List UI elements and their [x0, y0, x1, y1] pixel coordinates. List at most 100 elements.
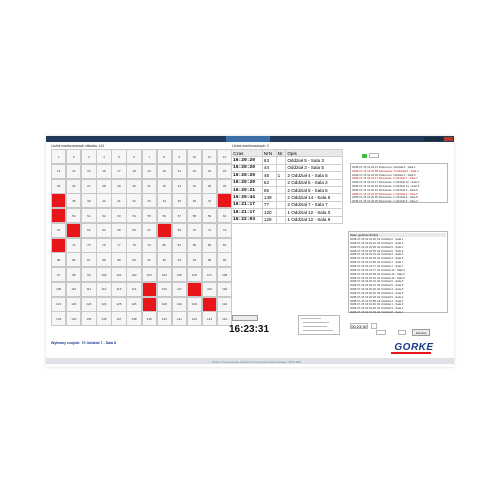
sensor-cell[interactable]: 45 — [171, 193, 188, 209]
sensor-cell[interactable]: 103 — [141, 267, 157, 283]
sensor-cell[interactable]: 25 — [51, 178, 67, 194]
sensor-cell[interactable]: 83 — [201, 237, 218, 253]
sensor-cell[interactable]: 132 — [216, 296, 233, 312]
sensor-cell-alarm[interactable]: 68 — [156, 222, 172, 238]
sensor-cell[interactable]: 69 — [171, 222, 188, 238]
sensor-cell[interactable]: 128 — [156, 296, 172, 312]
sensor-cell[interactable]: 135 — [81, 311, 97, 327]
sensor-cell[interactable]: 66 — [126, 222, 142, 238]
sensor-cell[interactable]: 60 — [216, 208, 233, 224]
sensor-cell[interactable]: 134 — [66, 311, 82, 327]
sensor-cell[interactable]: 27 — [81, 178, 97, 194]
sensor-cell-alarm[interactable]: 131 — [201, 296, 218, 312]
sensor-cell[interactable]: 142 — [186, 311, 203, 327]
sensor-cell[interactable]: 14 — [66, 163, 82, 179]
sensor-cell[interactable]: 116 — [156, 281, 172, 297]
sensor-cell[interactable]: 138 — [126, 311, 142, 327]
calls-row[interactable]: 16:21:17 120 1 Oddział 12 - Sala 0 — [231, 208, 343, 217]
sensor-cell[interactable]: 21 — [171, 163, 188, 179]
sensor-cell[interactable]: 23 — [201, 163, 218, 179]
sensor-cell[interactable]: 113 — [111, 281, 127, 297]
sensor-cell[interactable]: 107 — [201, 267, 218, 283]
calls-row[interactable]: 16:20:20 48 1 2 Oddział 4 - Sala 5 — [231, 171, 343, 180]
sensor-cell[interactable]: 36 — [216, 178, 233, 194]
sensor-cell[interactable]: 43 — [141, 193, 157, 209]
calls-column-header[interactable]: NrN — [261, 148, 277, 158]
grid-settings-button[interactable] — [232, 315, 258, 321]
sensor-cell[interactable]: 121 — [51, 296, 67, 312]
sensor-cell[interactable]: 11 — [201, 149, 218, 165]
sensor-cell[interactable]: 56 — [156, 208, 172, 224]
sensor-cell[interactable]: 129 — [171, 296, 188, 312]
sensor-cell[interactable]: 41 — [111, 193, 127, 209]
sensor-cell[interactable]: 140 — [156, 311, 172, 327]
sensor-cell[interactable]: 6 — [126, 149, 142, 165]
sensor-cell[interactable]: 85 — [51, 252, 67, 268]
sensor-cell-alarm[interactable]: 127 — [141, 296, 157, 312]
sensor-cell[interactable]: 77 — [111, 237, 127, 253]
sensor-cell[interactable]: 13 — [51, 163, 67, 179]
sensor-cell[interactable]: 120 — [216, 281, 233, 297]
sensor-cell[interactable]: 33 — [171, 178, 188, 194]
sensor-cell[interactable]: 97 — [51, 267, 67, 283]
sensor-cell[interactable]: 96 — [216, 252, 233, 268]
sensor-cell[interactable]: 29 — [111, 178, 127, 194]
sensor-cell[interactable]: 3 — [81, 149, 97, 165]
sensor-cell-alarm[interactable]: 115 — [141, 281, 157, 297]
sensor-cell[interactable]: 38 — [66, 193, 82, 209]
sensor-cell[interactable]: 126 — [126, 296, 142, 312]
sensor-cell[interactable]: 130 — [186, 296, 203, 312]
sensor-cell[interactable]: 87 — [81, 252, 97, 268]
sensor-cell[interactable]: 19 — [141, 163, 157, 179]
sensor-cell[interactable]: 141 — [171, 311, 188, 327]
close-icon[interactable] — [444, 137, 453, 141]
sensor-cell[interactable]: 90 — [126, 252, 142, 268]
status-select[interactable] — [369, 153, 379, 158]
minimize-icon[interactable] — [424, 137, 433, 141]
calls-row[interactable]: 16:20:21 65 2 Oddział 5 - Sala 5 — [231, 185, 343, 195]
sensor-cell[interactable]: 93 — [171, 252, 188, 268]
sensor-cell[interactable]: 5 — [111, 149, 127, 165]
sensor-cell[interactable]: 39 — [81, 193, 97, 209]
sensor-cell[interactable]: 101 — [111, 267, 127, 283]
sensor-cell[interactable]: 52 — [96, 208, 112, 224]
sensor-cell[interactable]: 108 — [216, 267, 233, 283]
sensor-cell[interactable]: 65 — [111, 222, 127, 238]
calls-row[interactable]: 16:20:44 149 2 Oddział 14 - Sala 5 — [231, 193, 343, 202]
sensor-cell[interactable]: 7 — [141, 149, 157, 165]
sensor-cell[interactable]: 71 — [201, 222, 218, 238]
calls-column-header[interactable]: Nr — [275, 148, 287, 158]
sensor-cell[interactable]: 137 — [111, 311, 127, 327]
sensor-cell[interactable]: 10 — [186, 149, 203, 165]
sensor-cell[interactable]: 143 — [201, 311, 218, 327]
sensor-cell[interactable]: 35 — [201, 178, 218, 194]
sensor-cell[interactable]: 42 — [126, 193, 142, 209]
sensor-cell-alarm[interactable]: 37 — [51, 193, 67, 209]
sensor-cell[interactable]: 2 — [66, 149, 82, 165]
date-field[interactable] — [376, 330, 386, 335]
sensor-cell[interactable]: 61 — [51, 222, 67, 238]
sensor-cell[interactable]: 53 — [111, 208, 127, 224]
sensor-cell[interactable]: 92 — [156, 252, 172, 268]
sensor-cell[interactable]: 111 — [81, 281, 97, 297]
sensor-cell[interactable]: 99 — [81, 267, 97, 283]
sensor-cell-alarm[interactable]: 118 — [186, 281, 203, 297]
sensor-cell[interactable]: 31 — [141, 178, 157, 194]
sensor-cell[interactable]: 54 — [126, 208, 142, 224]
sensor-cell[interactable]: 74 — [66, 237, 82, 253]
sensor-cell[interactable]: 15 — [81, 163, 97, 179]
sensor-cell[interactable]: 79 — [141, 237, 157, 253]
sensor-cell[interactable]: 55 — [141, 208, 157, 224]
sensor-cell[interactable]: 80 — [156, 237, 172, 253]
calls-row[interactable]: 16:20:20 63 Oddział 5 - Sala 3 — [231, 156, 343, 165]
sensor-cell[interactable]: 75 — [81, 237, 97, 253]
sensor-cell[interactable]: 9 — [171, 149, 188, 165]
sensor-cell[interactable]: 12 — [216, 149, 233, 165]
number-field[interactable] — [398, 330, 406, 335]
sensor-cell[interactable]: 1 — [51, 149, 67, 165]
sensor-cell[interactable]: 110 — [66, 281, 82, 297]
sensor-cell[interactable]: 26 — [66, 178, 82, 194]
sensor-cell[interactable]: 104 — [156, 267, 172, 283]
sensor-cell[interactable]: 24 — [216, 163, 233, 179]
sensor-cell[interactable]: 76 — [96, 237, 112, 253]
